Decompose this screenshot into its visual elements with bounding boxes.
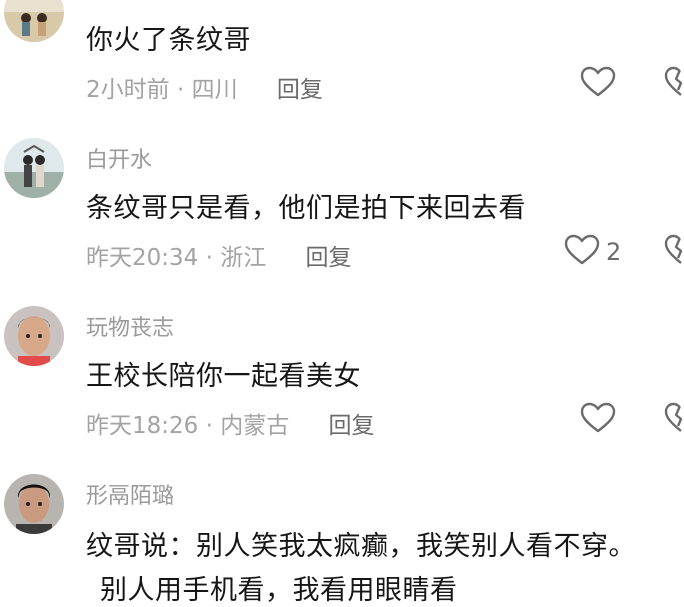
comment-time: 昨天20:34 bbox=[86, 245, 199, 271]
comment-time: 2小时前 bbox=[86, 77, 170, 103]
like-button[interactable]: 2 bbox=[564, 234, 621, 270]
heart-outline-icon bbox=[580, 402, 616, 438]
comment-text: 纹哥说：别人笑我太疯癫，我笑别人看不穿。 bbox=[86, 531, 636, 562]
meta-separator: · bbox=[205, 413, 221, 439]
avatar[interactable] bbox=[4, 0, 64, 42]
reply-button[interactable]: 回复 bbox=[277, 77, 323, 103]
meta-separator: · bbox=[205, 245, 221, 271]
comment-meta: 昨天20:34 · 浙江 回复 bbox=[86, 238, 352, 272]
comment-username[interactable]: 玩物丧志 bbox=[86, 310, 174, 342]
dislike-button[interactable] bbox=[664, 66, 684, 102]
meta-separator: · bbox=[176, 77, 192, 103]
reply-button[interactable]: 回复 bbox=[329, 413, 375, 439]
comment-time: 昨天18:26 bbox=[86, 413, 199, 439]
like-count: 2 bbox=[606, 238, 622, 266]
comment-username[interactable]: 白开水 bbox=[86, 142, 152, 174]
broken-heart-icon bbox=[664, 234, 684, 270]
comment-location: 浙江 bbox=[220, 245, 267, 271]
comment-text: 你火了条纹哥 bbox=[86, 25, 251, 56]
broken-heart-icon bbox=[664, 66, 684, 102]
comment-location: 四川 bbox=[191, 77, 238, 103]
avatar[interactable] bbox=[4, 306, 64, 366]
comment-text: 条纹哥只是看，他们是拍下来回去看 bbox=[86, 193, 526, 224]
avatar[interactable] bbox=[4, 138, 64, 198]
like-button[interactable] bbox=[580, 402, 616, 438]
comment-meta: 2小时前 · 四川 回复 bbox=[86, 70, 323, 104]
like-button[interactable] bbox=[580, 66, 616, 102]
comment-username[interactable]: 形鬲陌璐 bbox=[86, 478, 174, 510]
comment-text-line2: 别人用手机看，我看用眼睛看 bbox=[100, 575, 458, 606]
comment-text: 王校长陪你一起看美女 bbox=[86, 361, 361, 392]
dislike-button[interactable] bbox=[664, 234, 684, 270]
avatar[interactable] bbox=[4, 474, 64, 534]
comment-meta: 昨天18:26 · 内蒙古 回复 bbox=[86, 406, 375, 440]
broken-heart-icon bbox=[664, 402, 684, 438]
dislike-button[interactable] bbox=[664, 402, 684, 438]
heart-outline-icon bbox=[564, 234, 600, 270]
reply-button[interactable]: 回复 bbox=[306, 245, 352, 271]
comment-location: 内蒙古 bbox=[220, 413, 290, 439]
heart-outline-icon bbox=[580, 66, 616, 102]
